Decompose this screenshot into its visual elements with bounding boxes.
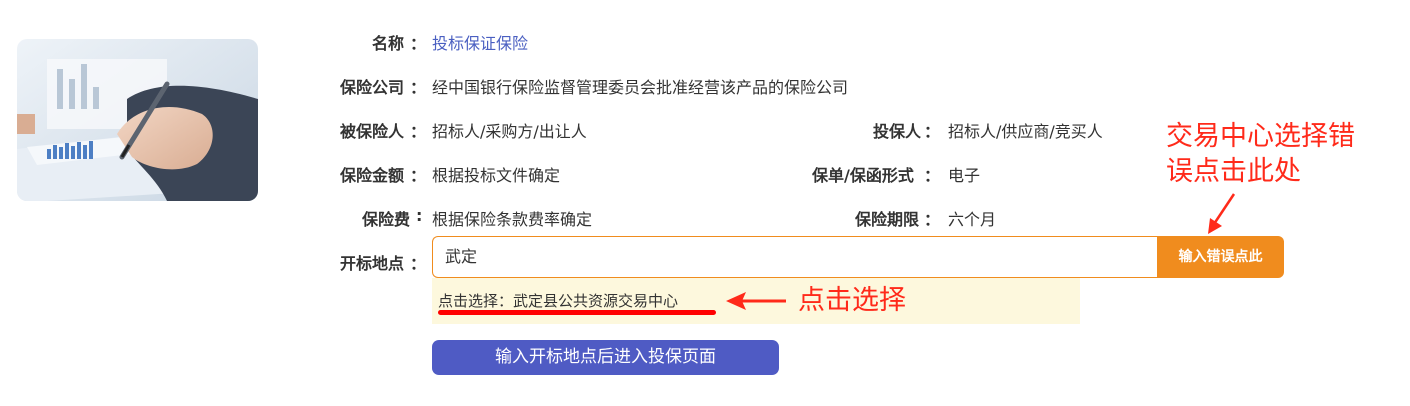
period-label: 保险期限: [855, 210, 920, 229]
arrow-left-icon: [726, 292, 786, 310]
colon: :: [416, 206, 423, 225]
product-image: [17, 39, 258, 201]
form-label: 保单/保函形式: [812, 166, 914, 185]
amount-value: 根据投标文件确定: [432, 166, 561, 185]
location-input[interactable]: 武定: [432, 236, 1157, 278]
premium-label: 保险费: [362, 210, 411, 229]
policyholder-label: 投保人: [873, 122, 922, 141]
arrow-down-icon: [1208, 193, 1236, 234]
period-value: 六个月: [948, 210, 997, 229]
insurer-label: 保险公司: [340, 78, 405, 97]
premium-value: 根据保险条款费率确定: [432, 210, 593, 229]
colon: ：: [410, 122, 427, 141]
contract-signing-image: [17, 39, 258, 201]
annotation-error-line1: 交易中心选择错: [1166, 121, 1355, 152]
enter-insurance-page-button[interactable]: 输入开标地点后进入投保页面: [432, 340, 779, 375]
colon: ：: [410, 78, 427, 97]
insured-value: 招标人/采购方/出让人: [432, 122, 587, 141]
suggestion-item[interactable]: 点击选择：武定县公共资源交易中心: [438, 290, 678, 311]
colon: ：: [924, 210, 941, 229]
colon: ：: [410, 166, 427, 185]
name-value[interactable]: 投标保证保险: [432, 30, 528, 54]
annotation-underline: [438, 310, 716, 315]
amount-label: 保险金额: [340, 166, 405, 185]
input-error-button[interactable]: 输入错误点此: [1157, 236, 1284, 278]
colon: ：: [924, 122, 941, 141]
annotation-click-select: 点击选择: [798, 285, 906, 316]
colon: ：: [410, 254, 427, 273]
insured-label: 被保险人: [340, 122, 405, 141]
policyholder-value: 招标人/供应商/竞买人: [948, 122, 1103, 141]
form-value: 电子: [948, 166, 981, 185]
suggestion-value: 武定县公共资源交易中心: [513, 292, 679, 310]
suggestion-prefix: 点击选择：: [438, 292, 514, 310]
colon: ：: [924, 166, 941, 185]
location-label: 开标地点: [340, 254, 405, 273]
colon: ：: [410, 34, 427, 53]
location-input-value: 武定: [445, 247, 478, 266]
name-label: 名称: [372, 34, 405, 53]
insurer-value: 经中国银行保险监督管理委员会批准经营该产品的保险公司: [432, 78, 849, 97]
annotation-error-line2: 误点击此处: [1166, 156, 1301, 187]
